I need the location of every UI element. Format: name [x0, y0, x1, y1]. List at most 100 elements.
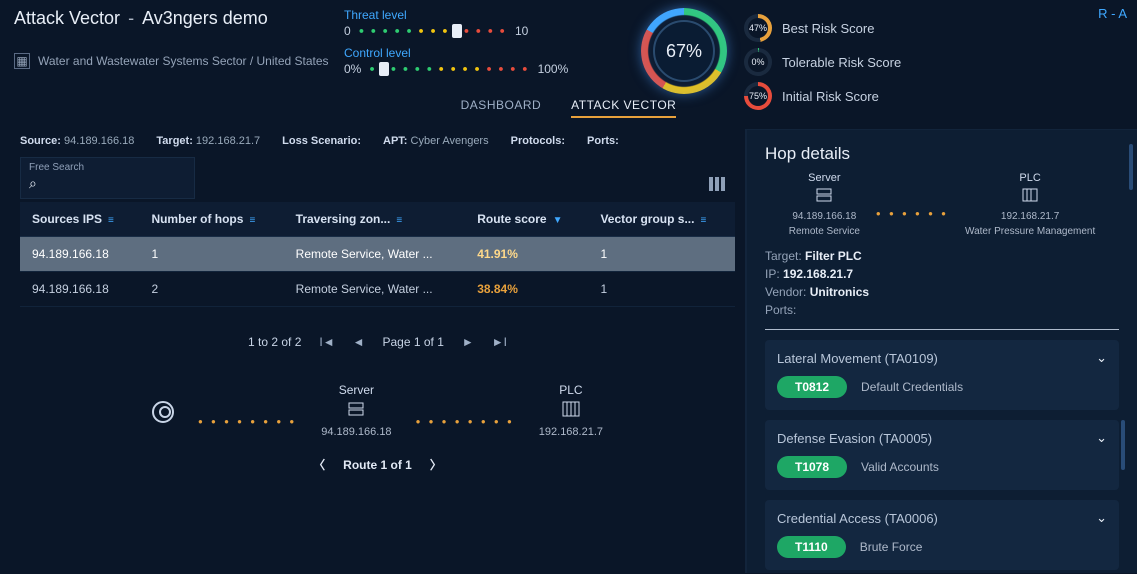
ttp-header[interactable]: Lateral Movement (TA0109) ⌄	[777, 350, 1107, 366]
corner-tag[interactable]: R - A	[1098, 6, 1127, 21]
hop-details-panel: Hop details Server 94.189.166.18 Remote …	[745, 129, 1137, 573]
threat-level-slider[interactable]: 0 ● ● ● ● ● ● ● ●● ● ● ● 10	[344, 24, 624, 38]
tolerable-risk-dial: 0%	[744, 48, 772, 76]
route-origin	[152, 383, 174, 423]
source-label: Source:	[20, 135, 61, 147]
technique-name: Default Credentials	[861, 380, 963, 394]
technique-pill[interactable]: T1078	[777, 456, 847, 478]
technique-pill[interactable]: T0812	[777, 376, 847, 398]
table-row[interactable]: 94.189.166.18 2 Remote Service, Water ..…	[20, 272, 735, 307]
technique-pill[interactable]: T1110	[777, 536, 846, 558]
hop-ports: Ports:	[765, 303, 1119, 317]
apt-val: Cyber Avengers	[411, 135, 489, 147]
tab-dashboard[interactable]: DASHBOARD	[461, 98, 542, 118]
ttp-card-defense-evasion: Defense Evasion (TA0005) ⌄ T1078 Valid A…	[765, 420, 1119, 490]
chevron-down-icon[interactable]: ⌄	[1096, 510, 1107, 526]
chevron-down-icon[interactable]: ⌄	[1096, 350, 1107, 366]
hop-ip: IP: 192.168.21.7	[765, 267, 1119, 281]
route-prev-icon[interactable]: 〈	[313, 456, 325, 473]
threat-min: 0	[344, 24, 351, 38]
control-level-slider[interactable]: 0% ●● ● ● ● ● ● ● ● ● ● ● ● 100%	[344, 62, 624, 76]
threat-level-label: Threat level	[344, 8, 624, 22]
server-icon	[816, 188, 832, 207]
hop-details-title: Hop details	[765, 144, 1119, 164]
plc-icon	[562, 401, 580, 422]
pager-first-icon[interactable]: I◄	[319, 335, 334, 349]
table-row[interactable]: 94.189.166.18 1 Remote Service, Water ..…	[20, 237, 735, 272]
ttp-header[interactable]: Defense Evasion (TA0005) ⌄	[777, 430, 1107, 446]
pager-range: 1 to 2 of 2	[248, 335, 301, 349]
search-label: Free Search	[29, 162, 186, 173]
sort-icon[interactable]: ≡	[108, 215, 114, 226]
technique-name: Brute Force	[860, 540, 923, 554]
plc-icon	[1022, 188, 1038, 207]
gauge-panel: Threat level 0 ● ● ● ● ● ● ● ●● ● ● ● 10…	[344, 8, 624, 84]
sort-icon[interactable]: ≡	[396, 215, 402, 226]
route-pager: 〈 Route 1 of 1 〉	[20, 456, 735, 473]
pager-page: Page 1 of 1	[382, 335, 443, 349]
hop-vendor: Vendor: Unitronics	[765, 285, 1119, 299]
best-risk-label: Best Risk Score	[782, 21, 874, 36]
graph-icon[interactable]: ▦	[14, 53, 30, 69]
hop-target: Target: Filter PLC	[765, 249, 1119, 263]
sort-desc-icon[interactable]: ▼	[553, 215, 563, 226]
best-risk-score-row: 47% Best Risk Score	[744, 14, 1004, 42]
technique-name: Valid Accounts	[861, 460, 939, 474]
col-zones[interactable]: Traversing zon...≡	[284, 202, 466, 237]
pager-prev-icon[interactable]: ◄	[353, 335, 365, 349]
route-pager-label: Route 1 of 1	[343, 458, 412, 472]
breadcrumb[interactable]: Water and Wastewater Systems Sector / Un…	[38, 54, 329, 68]
col-group[interactable]: Vector group s...≡	[588, 202, 735, 237]
routes-table: Sources IPS≡ Number of hops≡ Traversing …	[20, 202, 735, 307]
breadcrumb-row: ▦ Water and Wastewater Systems Sector / …	[14, 53, 344, 69]
control-max: 100%	[538, 62, 569, 76]
filter-line: Source: 94.189.166.18 Target: 192.168.21…	[20, 135, 735, 147]
threat-max: 10	[515, 24, 528, 38]
hop-plc-node: PLC 192.168.21.7 Water Pressure Manageme…	[965, 172, 1095, 237]
control-level-label: Control level	[344, 46, 624, 60]
loss-label: Loss Scenario:	[282, 135, 361, 147]
ttp-card-lateral-movement: Lateral Movement (TA0109) ⌄ T0812 Defaul…	[765, 340, 1119, 410]
server-icon	[347, 401, 365, 422]
title-main: Attack Vector	[14, 8, 120, 29]
control-min: 0%	[344, 62, 361, 76]
pager-next-icon[interactable]: ►	[462, 335, 474, 349]
scrollbar[interactable]	[1129, 144, 1133, 190]
ports-label: Ports:	[587, 135, 619, 147]
pager-last-icon[interactable]: ►I	[492, 335, 507, 349]
top-bar: Attack Vector - Av3ngers demo ▦ Water an…	[0, 0, 1137, 88]
connection-dots: ● ● ● ● ● ● ● ●	[416, 417, 515, 426]
col-score[interactable]: Route score▼	[465, 202, 588, 237]
ttp-header[interactable]: Credential Access (TA0006) ⌄	[777, 510, 1107, 526]
target-val: 192.168.21.7	[196, 135, 260, 147]
sort-icon[interactable]: ≡	[700, 215, 706, 226]
divider	[765, 329, 1119, 330]
ttp-card-credential-access: Credential Access (TA0006) ⌄ T1110 Brute…	[765, 500, 1119, 570]
protocols-label: Protocols:	[511, 135, 565, 147]
initial-risk-dial: 75%	[744, 82, 772, 110]
col-sources[interactable]: Sources IPS≡	[20, 202, 139, 237]
title-scenario: Av3ngers demo	[142, 8, 268, 29]
sort-icon[interactable]: ≡	[249, 215, 255, 226]
source-val: 94.189.166.18	[64, 135, 134, 147]
tab-attack-vector[interactable]: ATTACK VECTOR	[571, 98, 676, 118]
route-next-icon[interactable]: 〉	[430, 456, 442, 473]
page-title: Attack Vector - Av3ngers demo	[14, 8, 344, 29]
columns-icon[interactable]	[709, 177, 725, 194]
hop-server-node: Server 94.189.166.18 Remote Service	[789, 172, 860, 237]
dial-percent: 67%	[666, 41, 702, 62]
hop-nodes-diagram: Server 94.189.166.18 Remote Service ● ● …	[765, 172, 1119, 237]
route-diagram: ● ● ● ● ● ● ● ● Server 94.189.166.18 ● ●…	[20, 383, 735, 438]
table-pager: 1 to 2 of 2 I◄ ◄ Page 1 of 1 ► ►I	[20, 335, 735, 349]
tolerable-risk-score-row: 0% Tolerable Risk Score	[744, 48, 1004, 76]
title-separator: -	[128, 8, 134, 29]
scrollbar[interactable]	[1121, 420, 1125, 470]
col-hops[interactable]: Number of hops≡	[139, 202, 283, 237]
initial-risk-score-row: 75% Initial Risk Score	[744, 82, 1004, 110]
chevron-down-icon[interactable]: ⌄	[1096, 430, 1107, 446]
connection-dots: ● ● ● ● ● ●	[876, 209, 949, 218]
route-server-node[interactable]: Server 94.189.166.18	[321, 383, 391, 438]
route-plc-node[interactable]: PLC 192.168.21.7	[539, 383, 603, 438]
risk-dial: 67%	[624, 8, 744, 94]
best-risk-dial: 47%	[744, 14, 772, 42]
